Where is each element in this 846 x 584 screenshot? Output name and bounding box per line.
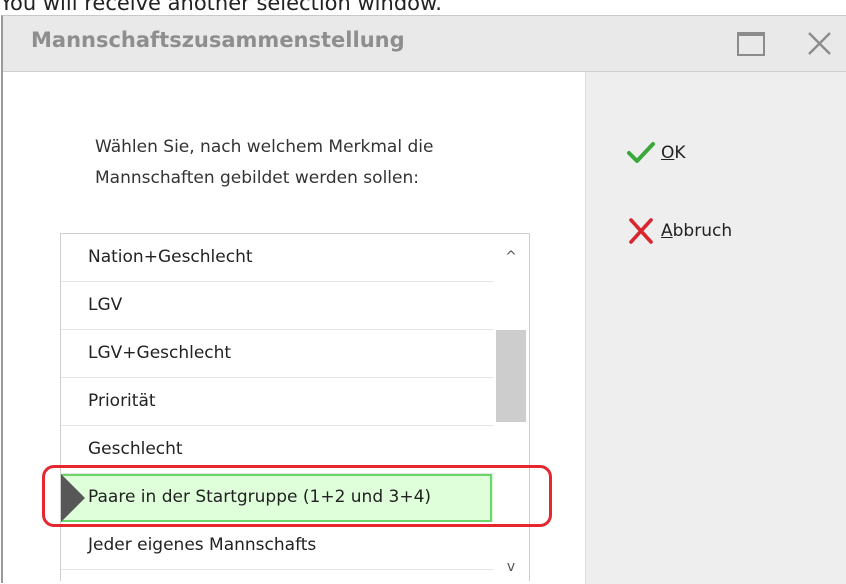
dialog-window: Mannschaftszusammenstellung Wählen Sie, … bbox=[1, 15, 846, 584]
highlight-annotation bbox=[42, 465, 552, 527]
selection-pane: Wählen Sie, nach welchem Merkmal die Man… bbox=[3, 72, 585, 584]
list-item[interactable]: LGV bbox=[61, 282, 493, 330]
list-item[interactable]: Priorität bbox=[61, 378, 493, 426]
scroll-thumb[interactable] bbox=[496, 330, 526, 422]
instruction-line-1: Wählen Sie, nach welchem Merkmal die bbox=[95, 137, 434, 157]
list-scrollbar[interactable]: ^ v bbox=[493, 234, 529, 581]
window-title: Mannschaftszusammenstellung bbox=[31, 28, 405, 52]
list-item[interactable]: LGV+Geschlecht bbox=[61, 330, 493, 378]
list-item-label: LGV+Geschlecht bbox=[88, 343, 232, 363]
criteria-listbox[interactable]: Nation+Geschlecht LGV LGV+Geschlecht Pri… bbox=[60, 233, 530, 581]
list-item-label: Geschlecht bbox=[88, 439, 183, 459]
checkmark-icon bbox=[626, 140, 656, 166]
close-icon[interactable] bbox=[803, 28, 835, 60]
title-bar[interactable]: Mannschaftszusammenstellung bbox=[3, 16, 846, 72]
ok-label-rest: K bbox=[674, 143, 686, 163]
instruction-text: Wählen Sie, nach welchem Merkmal die Man… bbox=[95, 132, 565, 194]
list-item-label: Priorität bbox=[88, 391, 156, 411]
list-item-label: Nation+Geschlecht bbox=[88, 247, 253, 267]
ok-mnemonic: O bbox=[661, 143, 675, 163]
list-item[interactable]: Nation+Geschlecht bbox=[61, 234, 493, 282]
ok-button-label: OK bbox=[661, 140, 686, 166]
action-pane: OK Abbruch bbox=[585, 72, 846, 584]
chevron-down-icon[interactable]: v bbox=[493, 552, 529, 581]
cancel-mnemonic: A bbox=[661, 221, 673, 241]
red-x-icon bbox=[626, 218, 656, 244]
chevron-up-icon[interactable]: ^ bbox=[493, 242, 529, 272]
cancel-label-rest: bbruch bbox=[672, 221, 733, 241]
list-item-label: Jeder eigenes Mannschafts bbox=[88, 535, 317, 555]
instruction-line-2: Mannschaften gebildet werden sollen: bbox=[95, 168, 419, 188]
list-item-label: LGV bbox=[88, 295, 123, 315]
list-item[interactable]: Jeder eigenes Mannschafts bbox=[61, 522, 493, 570]
maximize-icon[interactable] bbox=[737, 32, 765, 56]
caption-text: You will receive another selection windo… bbox=[0, 0, 442, 15]
cancel-button-label: Abbruch bbox=[661, 218, 732, 244]
